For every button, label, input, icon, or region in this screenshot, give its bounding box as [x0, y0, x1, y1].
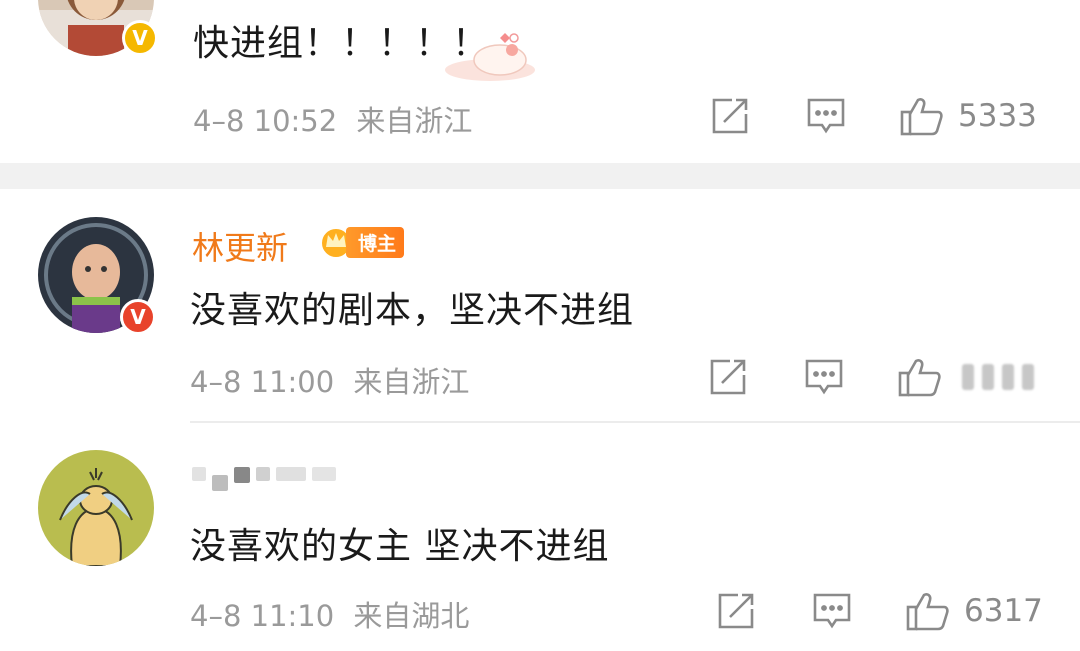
avatar-image: [38, 450, 154, 566]
comment-location: 来自湖北: [353, 599, 470, 633]
repost-icon[interactable]: [710, 96, 750, 136]
verified-v-icon: V: [120, 299, 156, 335]
like-count-hidden: [962, 364, 1034, 390]
comment-icon[interactable]: [806, 97, 846, 135]
comment-time: 4–8 10:52: [193, 104, 338, 138]
comment-actions: 6317: [716, 591, 1043, 631]
comment-item: 没喜欢的女主 坚决不进组 4–8 11:10 来自湖北 6317: [0, 423, 1080, 651]
like-count: 5333: [958, 98, 1037, 134]
like-icon[interactable]: [900, 96, 944, 136]
comment-icon[interactable]: [812, 592, 852, 630]
comment-icon[interactable]: [804, 358, 844, 396]
comment-text: 没喜欢的剧本，坚决不进组: [190, 290, 635, 331]
comment-time: 4–8 11:10: [190, 599, 335, 633]
comment-text: 没喜欢的女主 坚决不进组: [190, 526, 610, 567]
avatar[interactable]: [38, 450, 154, 566]
repost-icon[interactable]: [716, 591, 756, 631]
like-count: 6317: [964, 593, 1043, 629]
blogger-badge: 博主: [318, 225, 405, 259]
username-hidden: [192, 467, 336, 491]
avatar[interactable]: V: [38, 217, 156, 335]
section-divider: [0, 163, 1080, 189]
like-icon[interactable]: [906, 591, 950, 631]
comment-text: 快进组！！！！！: [193, 23, 490, 64]
comment-time: 4–8 11:00: [190, 365, 335, 399]
avatar[interactable]: V: [38, 0, 158, 56]
blogger-badge-label: 博主: [346, 226, 405, 258]
like-icon[interactable]: [898, 357, 942, 397]
repost-icon[interactable]: [708, 357, 748, 397]
verified-v-icon: V: [122, 20, 158, 56]
comment-item: V 快进组！！！！！ 4–8 10:52 来自浙江 5333: [0, 0, 1080, 163]
username[interactable]: 林更新: [192, 223, 288, 269]
comment-meta: 4–8 10:52 来自浙江: [193, 98, 472, 140]
comment-actions: [708, 357, 1034, 397]
comment-meta: 4–8 11:10 来自湖北: [190, 593, 469, 635]
comment-meta: 4–8 11:00 来自浙江: [190, 359, 469, 401]
comment-location: 来自浙江: [356, 104, 473, 138]
comment-item: V 林更新 博主 没喜欢的剧本，坚决不进组 4–8 11:00 来自浙江: [0, 189, 1080, 421]
comment-actions: 5333: [710, 96, 1037, 136]
comment-location: 来自浙江: [353, 365, 470, 399]
